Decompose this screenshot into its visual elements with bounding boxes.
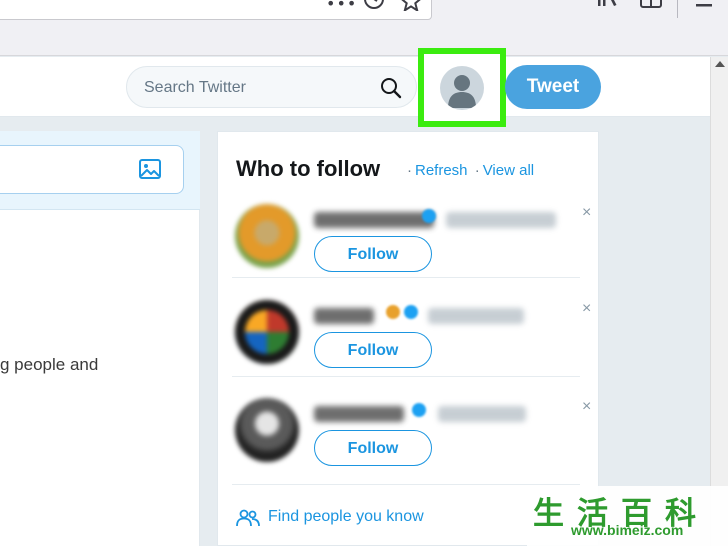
clock-icon[interactable] xyxy=(363,0,385,15)
tweet-button[interactable]: Tweet xyxy=(505,65,601,109)
image-icon[interactable] xyxy=(138,158,162,180)
suggestion-name-blurred[interactable] xyxy=(314,308,374,324)
suggestion-avatar[interactable] xyxy=(235,300,299,364)
search-icon[interactable] xyxy=(380,77,402,99)
toolbar-divider xyxy=(677,0,678,18)
row-divider xyxy=(232,376,580,377)
verified-badge-icon xyxy=(404,305,418,319)
more-icon[interactable]: ••• xyxy=(326,0,357,13)
suggestion-handle-blurred xyxy=(446,212,556,228)
verified-badge-icon xyxy=(422,209,436,223)
site-watermark-logo: 生活百科 www.bimeiz.com xyxy=(527,486,728,546)
view-all-link[interactable]: View all xyxy=(483,162,534,179)
suggestion-avatar[interactable] xyxy=(235,398,299,462)
dismiss-icon[interactable]: × xyxy=(582,398,591,416)
refresh-link[interactable]: Refresh xyxy=(415,162,468,179)
suggestion-name-blurred[interactable] xyxy=(314,212,434,228)
scroll-up-arrow-icon[interactable] xyxy=(715,61,725,67)
search-box[interactable]: Search Twitter xyxy=(126,66,417,108)
browser-toolbar: ••• xyxy=(0,0,728,56)
row-divider xyxy=(232,277,580,278)
profile-highlight-box xyxy=(418,48,506,127)
follow-suggestion: × Follow xyxy=(232,298,591,396)
follow-suggestion: × Follow xyxy=(232,202,591,300)
timeline-column: g people and xyxy=(0,131,200,546)
verified-badge-icon xyxy=(412,403,426,417)
follow-button[interactable]: Follow xyxy=(314,236,432,272)
suggestion-handle-blurred xyxy=(428,308,524,324)
follow-button[interactable]: Follow xyxy=(314,430,432,466)
default-avatar-icon xyxy=(448,75,476,108)
suggestion-avatar[interactable] xyxy=(235,204,299,268)
library-icon[interactable] xyxy=(596,0,622,14)
who-to-follow-title: Who to follow xyxy=(236,156,381,181)
row-divider xyxy=(232,484,580,485)
find-people-label[interactable]: Find people you know xyxy=(268,508,424,526)
separator-dot: · xyxy=(474,162,480,179)
tweet-composer-area xyxy=(0,131,200,210)
people-icon xyxy=(236,509,260,527)
tweet-composer-input[interactable] xyxy=(0,145,184,194)
menu-icon[interactable] xyxy=(692,0,716,16)
sidebar-icon[interactable] xyxy=(638,0,664,14)
star-icon[interactable] xyxy=(400,0,422,15)
separator-dot: · xyxy=(407,162,412,179)
dismiss-icon[interactable]: × xyxy=(582,204,591,222)
follow-suggestion: × Follow xyxy=(232,396,591,494)
profile-avatar-button[interactable] xyxy=(440,66,484,110)
timeline-text: g people and xyxy=(0,355,99,374)
suggestion-name-blurred[interactable] xyxy=(314,406,404,422)
suggestion-handle-blurred xyxy=(438,406,526,422)
dismiss-icon[interactable]: × xyxy=(582,300,591,318)
twitter-header: Search Twitter Tweet xyxy=(0,48,728,127)
follow-button[interactable]: Follow xyxy=(314,332,432,368)
who-to-follow-card: Who to follow · Refresh · View all × Follo… xyxy=(217,131,599,546)
watermark-url: www.bimeiz.com xyxy=(571,522,684,538)
page-scrollbar[interactable] xyxy=(710,57,728,546)
search-input[interactable]: Search Twitter xyxy=(144,79,246,97)
emoji-badge-icon xyxy=(386,305,400,319)
who-to-follow-links: · Refresh · View all xyxy=(404,162,534,179)
